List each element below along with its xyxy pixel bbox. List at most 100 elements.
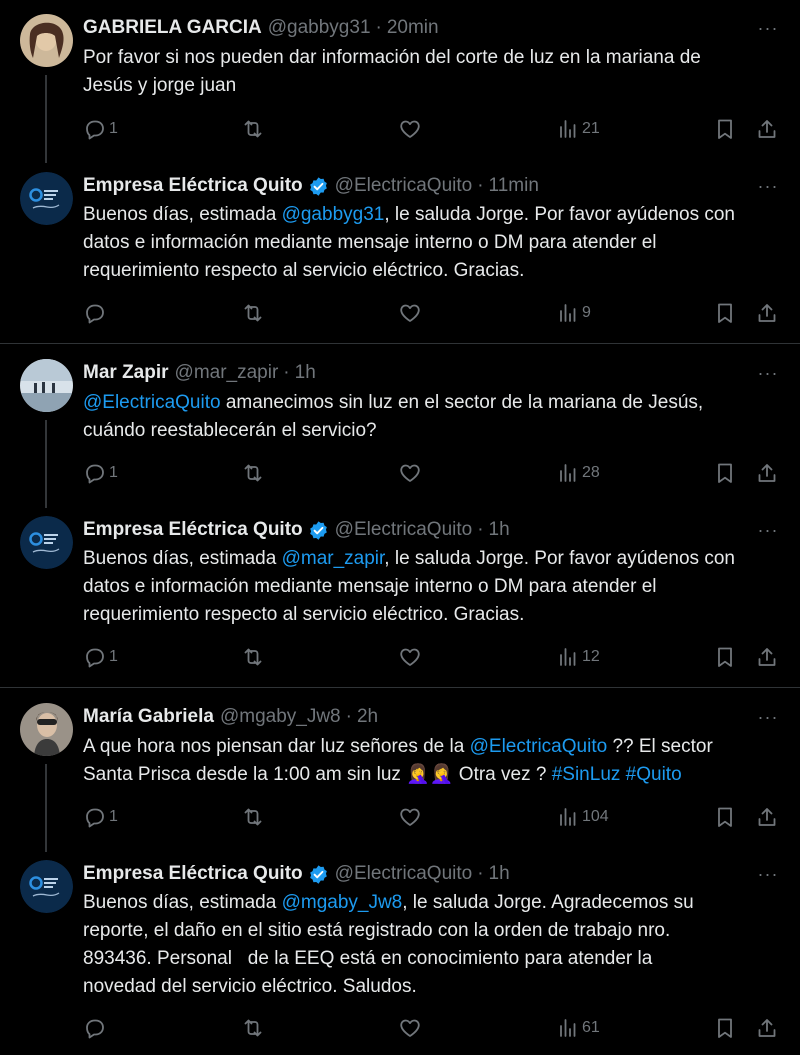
- avatar[interactable]: [20, 359, 73, 412]
- like-button[interactable]: [398, 460, 422, 486]
- more-options-icon[interactable]: ···: [756, 516, 780, 544]
- author-handle[interactable]: @mgaby_Jw8: [220, 706, 341, 728]
- heart-icon: [398, 645, 422, 669]
- hashtag-link[interactable]: #SinLuz: [552, 764, 621, 785]
- share-button[interactable]: [755, 460, 779, 486]
- author-name[interactable]: Mar Zapir: [83, 362, 169, 384]
- views-button[interactable]: 61: [556, 1015, 600, 1041]
- bookmark-button[interactable]: [713, 116, 737, 142]
- avatar[interactable]: [20, 172, 73, 225]
- bookmark-button[interactable]: [713, 460, 737, 486]
- views-button[interactable]: 9: [556, 300, 591, 326]
- author-handle[interactable]: @gabbyg31: [268, 17, 371, 39]
- bookmark-button[interactable]: [713, 804, 737, 830]
- retweet-button[interactable]: [241, 300, 265, 326]
- author-name[interactable]: Empresa Eléctrica Quito: [83, 863, 303, 885]
- retweet-icon: [241, 461, 265, 485]
- mention-link[interactable]: @gabbyg31: [282, 204, 385, 225]
- heart-icon: [398, 805, 422, 829]
- reply-button[interactable]: [83, 300, 109, 326]
- tweet-text: Buenos días, estimada @mgaby_Jw8, le sal…: [83, 889, 783, 1001]
- share-button[interactable]: [755, 804, 779, 830]
- like-button[interactable]: [398, 804, 422, 830]
- reply-button[interactable]: [83, 1015, 109, 1041]
- reply-button[interactable]: 1: [83, 116, 118, 142]
- more-options-icon[interactable]: ···: [756, 703, 780, 731]
- facepalm-emoji: 🤦‍♀️🤦‍♀️: [406, 764, 454, 785]
- reply-button[interactable]: 1: [83, 804, 118, 830]
- tweet-text: @ElectricaQuito amanecimos sin luz en el…: [83, 389, 783, 445]
- retweet-button[interactable]: [241, 116, 265, 142]
- mention-link[interactable]: @mgaby_Jw8: [282, 892, 403, 913]
- timestamp[interactable]: 1h: [489, 863, 510, 885]
- share-icon: [755, 805, 779, 829]
- bookmark-button[interactable]: [713, 644, 737, 670]
- author-handle[interactable]: @mar_zapir: [175, 362, 279, 384]
- retweet-button[interactable]: [241, 804, 265, 830]
- more-options-icon[interactable]: ···: [756, 860, 780, 888]
- retweet-button[interactable]: [241, 1015, 265, 1041]
- thread-connector: [45, 764, 47, 852]
- share-button[interactable]: [755, 116, 779, 142]
- like-button[interactable]: [398, 116, 422, 142]
- retweet-icon: [241, 645, 265, 669]
- reply-icon: [83, 645, 107, 669]
- timestamp[interactable]: 1h: [489, 519, 510, 541]
- timestamp[interactable]: 2h: [357, 706, 378, 728]
- reply-button[interactable]: 1: [83, 644, 118, 670]
- separator-dot: ·: [375, 17, 382, 38]
- like-button[interactable]: [398, 1015, 422, 1041]
- more-options-icon[interactable]: ···: [756, 14, 780, 42]
- more-options-icon[interactable]: ···: [756, 172, 780, 200]
- more-options-icon[interactable]: ···: [756, 359, 780, 387]
- share-icon: [755, 301, 779, 325]
- retweet-button[interactable]: [241, 460, 265, 486]
- views-button[interactable]: 21: [556, 116, 600, 142]
- author-handle[interactable]: @ElectricaQuito: [335, 175, 473, 197]
- timestamp[interactable]: 1h: [295, 362, 316, 384]
- views-button[interactable]: 28: [556, 460, 600, 486]
- mention-link[interactable]: @ElectricaQuito: [83, 392, 221, 413]
- share-button[interactable]: [755, 300, 779, 326]
- mention-link[interactable]: @mar_zapir: [282, 548, 385, 569]
- timestamp[interactable]: 11min: [489, 175, 539, 197]
- separator-dot: ·: [477, 863, 484, 884]
- mention-link[interactable]: @ElectricaQuito: [470, 736, 608, 757]
- avatar[interactable]: [20, 14, 73, 67]
- bookmark-button[interactable]: [713, 300, 737, 326]
- verified-badge-icon: [308, 520, 329, 541]
- share-icon: [755, 1016, 779, 1040]
- avatar[interactable]: [20, 516, 73, 569]
- text-segment: Buenos días, estimada: [83, 548, 282, 569]
- retweet-icon: [241, 301, 265, 325]
- author-name[interactable]: GABRIELA GARCIA: [83, 17, 262, 39]
- heart-icon: [398, 461, 422, 485]
- share-button[interactable]: [755, 1015, 779, 1041]
- avatar[interactable]: [20, 703, 73, 756]
- author-handle[interactable]: @ElectricaQuito: [335, 519, 473, 541]
- bookmark-button[interactable]: [713, 1015, 737, 1041]
- avatar[interactable]: [20, 860, 73, 913]
- thread-divider: [0, 687, 800, 688]
- share-button[interactable]: [755, 644, 779, 670]
- reply-icon: [83, 117, 107, 141]
- like-button[interactable]: [398, 644, 422, 670]
- author-name[interactable]: Empresa Eléctrica Quito: [83, 519, 303, 541]
- share-icon: [755, 461, 779, 485]
- retweet-button[interactable]: [241, 644, 265, 670]
- text-segment: Buenos días, estimada: [83, 892, 282, 913]
- like-button[interactable]: [398, 300, 422, 326]
- reply-count: 1: [109, 464, 118, 481]
- reply-icon: [83, 805, 107, 829]
- bookmark-icon: [713, 461, 737, 485]
- author-name[interactable]: Empresa Eléctrica Quito: [83, 175, 303, 197]
- verified-badge-icon: [308, 176, 329, 197]
- views-count: 21: [582, 120, 600, 137]
- views-button[interactable]: 12: [556, 644, 600, 670]
- hashtag-link[interactable]: #Quito: [626, 764, 682, 785]
- author-handle[interactable]: @ElectricaQuito: [335, 863, 473, 885]
- timestamp[interactable]: 20min: [387, 17, 439, 39]
- views-button[interactable]: 104: [556, 804, 609, 830]
- reply-button[interactable]: 1: [83, 460, 118, 486]
- author-name[interactable]: María Gabriela: [83, 706, 214, 728]
